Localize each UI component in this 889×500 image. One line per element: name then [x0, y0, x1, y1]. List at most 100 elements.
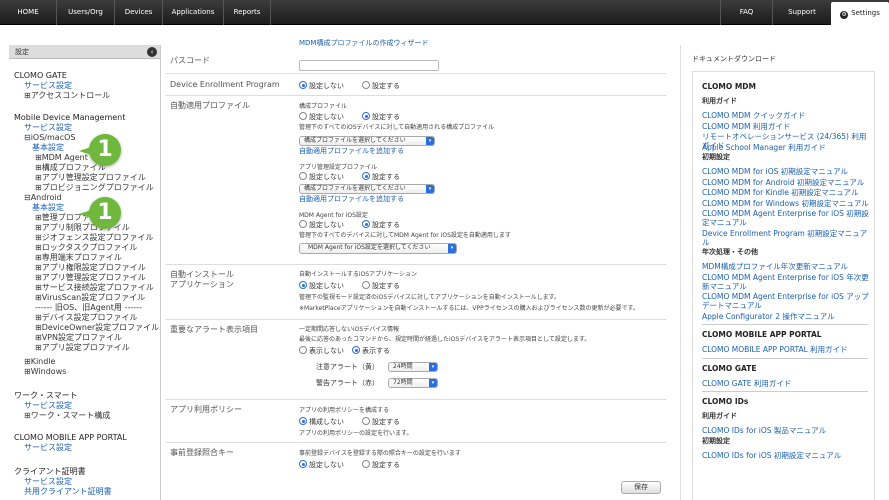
profile-wizard-link[interactable]: MDM構成プロファイルの作成ウィザード: [299, 39, 428, 48]
sidebar-item[interactable]: ⊞Windows: [24, 367, 66, 377]
app-on-radio[interactable]: 設定する: [362, 172, 400, 182]
prereg-off-radio[interactable]: 設定しない: [299, 460, 344, 470]
nav-applications[interactable]: Applications: [163, 0, 224, 25]
document-link[interactable]: CLOMO GATE 利用ガイド: [702, 379, 872, 388]
document-section-heading: CLOMO MOBILE APP PORTAL: [702, 330, 822, 339]
sidebar-item[interactable]: ⊞VirusScan設定プロファイル: [35, 293, 145, 303]
sidebar-item[interactable]: ⊞アプリ管理設定プロファイル: [35, 273, 146, 283]
sidebar-item[interactable]: ⊞専用端末プロファイル: [35, 253, 122, 263]
sidebar-item[interactable]: ⊞デバイス設定プロファイル: [35, 313, 137, 323]
nav-devices[interactable]: Devices: [115, 0, 163, 25]
sidebar-item[interactable]: ⊞ロックタスクプロファイル: [35, 243, 137, 253]
radio-icon: [299, 172, 307, 180]
sidebar-item[interactable]: ⊞VPN設定プロファイル: [35, 333, 122, 343]
alert-off-radio[interactable]: 表示しない: [299, 346, 344, 356]
agent-select[interactable]: MDM Agent for iOS設定を選択してください ▾: [299, 243, 457, 254]
prereg-on-radio[interactable]: 設定する: [362, 460, 400, 470]
policy-off-radio[interactable]: 構成しない: [299, 417, 344, 427]
nav-home[interactable]: HOME: [0, 0, 57, 25]
sidebar-item[interactable]: ⊟Android: [24, 193, 62, 203]
config-off-radio[interactable]: 設定しない: [299, 112, 344, 122]
sidebar-item[interactable]: CLOMO MOBILE APP PORTAL: [14, 433, 127, 443]
policy-desc: アプリの利用ポリシーの設定を行います。: [299, 430, 413, 437]
document-link[interactable]: CLOMO MDM Agent Enterprise for iOS 初期設定マ…: [702, 209, 872, 227]
radio-selected-icon: [352, 346, 360, 354]
nav-support[interactable]: Support: [772, 0, 831, 25]
document-link[interactable]: CLOMO MDM for Kindle 初期設定マニュアル: [702, 188, 872, 197]
nav-settings[interactable]: ⚙ Settings: [831, 2, 889, 25]
sidebar-item[interactable]: 共用クライアント証明書: [24, 487, 112, 497]
add-auto-profile-link-2[interactable]: 自動適用プロファイルを追加する: [299, 195, 404, 204]
agent-off-radio[interactable]: 設定しない: [299, 220, 344, 230]
policy-on-radio[interactable]: 設定する: [362, 417, 400, 427]
document-link[interactable]: CLOMO IDs for iOS 初期設定マニュアル: [702, 451, 872, 460]
document-link[interactable]: CLOMO MDM for Windows 初期設定マニュアル: [702, 199, 872, 208]
sidebar-item[interactable]: 基本設定: [32, 203, 64, 213]
radio-selected-icon: [299, 281, 307, 289]
install-on-radio[interactable]: 設定する: [362, 281, 400, 291]
add-auto-profile-link-1[interactable]: 自動適用プロファイルを追加する: [299, 147, 404, 156]
sidebar-item[interactable]: ⊟iOS/macOS: [24, 133, 75, 143]
sidebar-item[interactable]: ⊞アプリ管理設定プロファイル: [35, 173, 146, 183]
sidebar-item[interactable]: ⊞ワーク・スマート構成: [24, 411, 110, 421]
document-link[interactable]: CLOMO MDM Agent Enterprise for iOS 年次更新マ…: [702, 273, 872, 291]
sidebar-item[interactable]: ⊞アクセスコントロール: [24, 91, 110, 101]
sidebar-item[interactable]: サービス設定: [24, 443, 72, 453]
document-link[interactable]: CLOMO MDM Agent Enterprise for iOS アップデー…: [702, 292, 872, 310]
install-off-radio[interactable]: 設定しない: [299, 281, 344, 291]
nav-faq[interactable]: FAQ: [720, 0, 772, 25]
auto-install-desc-2: ※MarketPlaceアプリケーションを自動インストールするには、VPPライセ…: [299, 305, 639, 312]
app-profile-select[interactable]: 構成プロファイルを選択してください ▾: [299, 184, 435, 194]
sidebar-item[interactable]: ⊞サービス接続設定プロファイル: [35, 283, 154, 293]
sidebar-item[interactable]: ------ 旧OS、旧Agent用 ------: [35, 303, 142, 313]
sidebar-item[interactable]: ⊞アプリ設定プロファイル: [35, 343, 130, 353]
row-auto-profile: 自動適用プロファイル 構成プロファイル 設定しない 設定する 管理下のすべてのi…: [166, 96, 666, 265]
dep-off-radio[interactable]: 設定しない: [299, 81, 344, 91]
agent-desc: 管理下のすべてのデバイスに対してMDM Agent for iOS設定を自動適用…: [299, 232, 511, 239]
sidebar-item[interactable]: ⊞Kindle: [24, 357, 55, 367]
sidebar-item[interactable]: Mobile Device Management: [14, 113, 125, 123]
sidebar-item[interactable]: 基本設定: [32, 143, 64, 153]
radio-label: 設定する: [372, 82, 400, 90]
app-off-radio[interactable]: 設定しない: [299, 172, 344, 182]
sidebar-item[interactable]: クライアント証明書: [14, 467, 86, 477]
top-nav-bar: HOME Users/Org Devices Applications Repo…: [0, 0, 889, 25]
document-link[interactable]: CLOMO MDM クイックガイド: [702, 111, 872, 120]
document-link[interactable]: CLOMO MDM for iOS 初期設定マニュアル: [702, 167, 872, 176]
sidebar-item[interactable]: ⊞アプリ権限設定プロファイル: [35, 263, 146, 273]
sidebar-item[interactable]: サービス設定: [24, 477, 72, 487]
document-link[interactable]: Apple Configurator 2 操作マニュアル: [702, 312, 872, 321]
collapse-icon[interactable]: ‹: [147, 47, 157, 57]
sidebar-item[interactable]: サービス設定: [24, 401, 72, 411]
row-dep: Device Enrollment Program 設定しない 設定する: [166, 74, 666, 96]
document-link[interactable]: CLOMO MDM 利用ガイド: [702, 122, 872, 131]
sidebar-item[interactable]: ワーク・スマート: [14, 391, 78, 401]
select-value: 72時間: [393, 379, 413, 386]
document-link[interactable]: MDM構成プロファイル年次更新マニュアル: [702, 262, 872, 271]
document-section-heading: 初期設定: [702, 436, 730, 445]
sidebar-item[interactable]: ⊞構成プロファイル: [35, 163, 106, 173]
passcode-input[interactable]: [299, 60, 439, 71]
sidebar-item[interactable]: ⊞プロビジョニングプロファイル: [35, 183, 154, 193]
alert-on-radio[interactable]: 表示する: [352, 346, 390, 356]
document-link[interactable]: Device Enrollment Program 初期設定マニュアル: [702, 229, 872, 247]
alert-yellow-select[interactable]: 24時間 ▾: [388, 362, 438, 372]
sidebar-item[interactable]: ⊞ジオフェンス設定プロファイル: [35, 233, 154, 243]
sidebar-item[interactable]: ⊞DeviceOwner設定プロファイル: [35, 323, 159, 333]
alert-title: 一定期間応答しないiOSデバイス情報: [299, 326, 400, 333]
nav-reports[interactable]: Reports: [224, 0, 271, 25]
document-link[interactable]: Apple School Manager 利用ガイド: [702, 143, 872, 152]
nav-users-org[interactable]: Users/Org: [57, 0, 115, 25]
document-link[interactable]: CLOMO IDs for iOS 製品マニュアル: [702, 426, 872, 435]
config-on-radio[interactable]: 設定する: [362, 112, 400, 122]
document-link[interactable]: CLOMO MOBILE APP PORTAL 利用ガイド: [702, 345, 872, 354]
dep-on-radio[interactable]: 設定する: [362, 81, 400, 91]
config-profile-select[interactable]: 構成プロファイルを選択してください ▾: [299, 136, 435, 146]
agent-on-radio[interactable]: 設定する: [362, 220, 400, 230]
sidebar-item[interactable]: サービス設定: [24, 81, 72, 91]
sidebar-item[interactable]: CLOMO GATE: [14, 71, 67, 81]
alert-red-select[interactable]: 72時間 ▾: [388, 378, 438, 388]
document-link[interactable]: CLOMO MDM for Android 初期設定マニュアル: [702, 178, 872, 187]
save-button[interactable]: 保存: [621, 481, 661, 494]
sidebar-item[interactable]: サービス設定: [24, 123, 72, 133]
